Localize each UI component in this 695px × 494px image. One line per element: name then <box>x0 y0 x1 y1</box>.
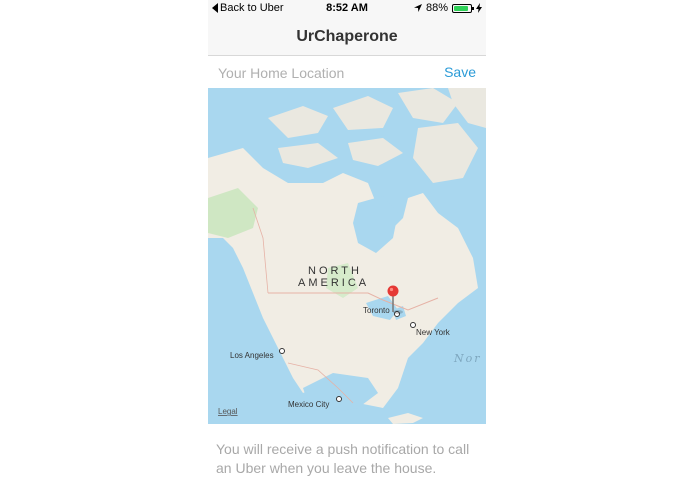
region-label-america: AMERICA <box>298 277 369 289</box>
page-title: UrChaperone <box>296 28 398 45</box>
ocean-label: Nor <box>453 352 482 365</box>
legal-link[interactable]: Legal <box>218 407 238 416</box>
city-label-toronto: Toronto <box>363 306 390 315</box>
battery-fill <box>454 5 469 11</box>
status-bar: Back to Uber 8:52 AM 88% <box>208 0 486 18</box>
battery-percent: 88% <box>425 2 448 14</box>
navigation-bar: UrChaperone <box>208 18 486 56</box>
charging-bolt-icon <box>476 3 482 13</box>
city-marker-mexico-city <box>336 396 342 402</box>
status-right-cluster: 88% <box>413 2 482 14</box>
city-marker-los-angeles <box>279 348 285 354</box>
city-label-mexico-city: Mexico City <box>288 400 329 409</box>
battery-icon <box>452 3 474 13</box>
phone-screen: Back to Uber 8:52 AM 88% UrChaperone Sav… <box>208 0 486 494</box>
city-label-new-york: New York <box>416 328 451 337</box>
north-america-map: NORTH AMERICA Nor Toronto New York Los A… <box>208 88 486 424</box>
notification-caption: You will receive a push notification to … <box>216 441 470 476</box>
save-button[interactable]: Save <box>444 64 476 80</box>
map-view[interactable]: NORTH AMERICA Nor Toronto New York Los A… <box>208 88 486 424</box>
location-arrow-icon <box>413 4 422 12</box>
region-label-north: NORTH <box>308 265 362 277</box>
city-label-los-angeles: Los Angeles <box>230 351 274 360</box>
home-location-bar: Save <box>208 56 486 88</box>
home-location-input[interactable] <box>216 62 420 84</box>
city-marker-new-york <box>410 322 416 328</box>
